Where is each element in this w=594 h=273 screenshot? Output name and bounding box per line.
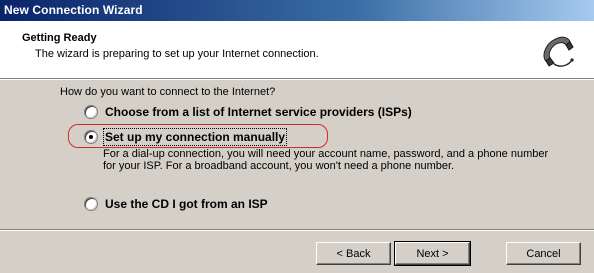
option-manual-setup-label[interactable]: Set up my connection manually: [102, 128, 288, 146]
next-button[interactable]: Next >: [394, 241, 471, 266]
option-isp-cd[interactable]: Use the CD I got from an ISP: [84, 197, 268, 211]
window-title: New Connection Wizard: [4, 3, 143, 17]
header-subtitle: The wizard is preparing to set up your I…: [35, 48, 319, 60]
telephone-handset-icon: [538, 32, 576, 70]
radio-isp-cd[interactable]: [84, 197, 98, 211]
title-bar[interactable]: New Connection Wizard: [0, 0, 594, 21]
connection-question: How do you want to connect to the Intern…: [60, 86, 276, 98]
option-manual-setup[interactable]: Set up my connection manually: [84, 128, 288, 146]
option-isp-list-label[interactable]: Choose from a list of Internet service p…: [105, 105, 412, 119]
cancel-button[interactable]: Cancel: [506, 242, 581, 265]
wizard-window: New Connection Wizard Getting Ready The …: [0, 0, 594, 273]
footer-separator: [0, 229, 594, 231]
option-isp-cd-label[interactable]: Use the CD I got from an ISP: [105, 197, 268, 211]
header-title: Getting Ready: [22, 32, 97, 44]
radio-manual-setup[interactable]: [84, 130, 98, 144]
option-isp-list[interactable]: Choose from a list of Internet service p…: [84, 105, 412, 119]
back-button[interactable]: < Back: [316, 242, 391, 265]
wizard-header: Getting Ready The wizard is preparing to…: [0, 21, 594, 79]
radio-isp-list[interactable]: [84, 105, 98, 119]
manual-setup-description: For a dial-up connection, you will need …: [103, 148, 549, 172]
